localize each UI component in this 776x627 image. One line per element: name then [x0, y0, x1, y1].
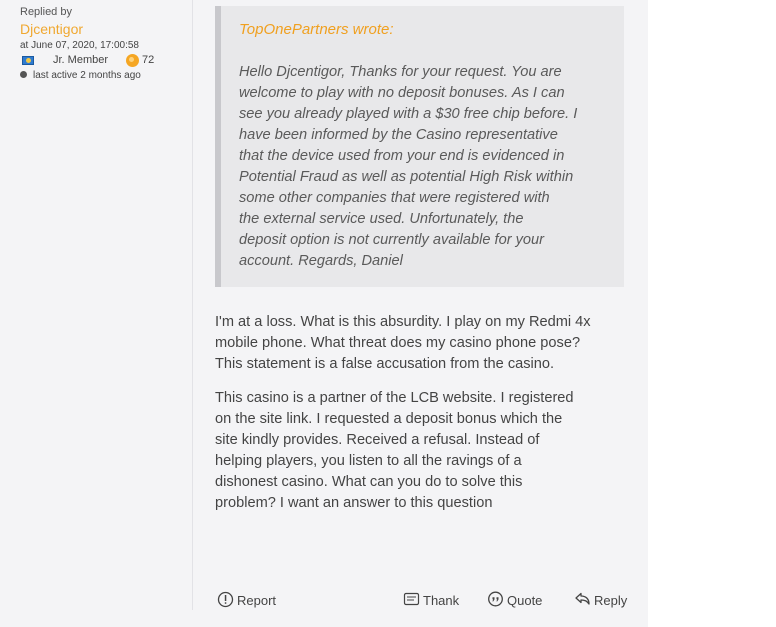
quote-line: Hello Djcentigor, Thanks for your reques…	[239, 64, 562, 80]
quote-block: TopOnePartners wrote: Hello Djcentigor, …	[215, 6, 624, 287]
thank-label: Thank	[423, 593, 460, 608]
post-author-panel: Replied by Djcentigor at June 07, 2020, …	[0, 0, 192, 627]
quote-line: have been informed by the Casino represe…	[239, 127, 558, 143]
reputation-icon	[126, 54, 139, 67]
quote-author: TopOnePartners wrote:	[239, 21, 394, 38]
quote-line: deposit option is not currently availabl…	[239, 232, 545, 248]
post-paragraph-2: This casino is a partner of the LCB webs…	[215, 388, 630, 514]
post-line: site kindly provides. Received a refusal…	[215, 432, 540, 448]
quote-line: welcome to play with no deposit bonuses.…	[239, 85, 565, 101]
quote-text: Hello Djcentigor, Thanks for your reques…	[239, 62, 617, 272]
quote-button[interactable]: Quote	[487, 590, 545, 612]
post-line: This statement is a false accusation fro…	[215, 356, 555, 372]
report-button[interactable]: Report	[217, 590, 277, 612]
flag-icon	[22, 56, 34, 65]
post-actions: Report Thank Quote Reply	[215, 590, 630, 612]
quote-line: Potential Fraud as well as potential Hig…	[239, 169, 574, 185]
post-line: helping players, you listen to all the r…	[215, 453, 522, 469]
member-rank: Jr. Member	[53, 54, 109, 66]
quote-line: the external service used. Unfortunately…	[239, 211, 524, 227]
post-line: dishonest casino. What can you do to sol…	[215, 474, 523, 490]
post-line: on the site link. I requested a deposit …	[215, 411, 563, 427]
post-paragraph-1: I'm at a loss. What is this absurdity. I…	[215, 312, 630, 375]
quote-line: some other companies that were registere…	[239, 190, 550, 206]
post-line: mobile phone. What threat does my casino…	[215, 335, 581, 351]
reputation-count: 72	[142, 54, 155, 66]
last-active-text: last active 2 months ago	[33, 70, 141, 81]
reply-label: Reply	[594, 593, 628, 608]
quote-line: see you already played with a $30 free c…	[239, 106, 578, 122]
thank-icon	[403, 592, 420, 606]
thank-button[interactable]: Thank	[403, 590, 459, 612]
quote-line: account. Regards, Daniel	[239, 253, 403, 269]
quote-line: that the device used from your end is ev…	[239, 148, 565, 164]
author-username-link[interactable]: Djcentigor	[20, 21, 83, 37]
column-divider	[192, 0, 193, 610]
status-dot-icon	[20, 71, 27, 78]
reply-button[interactable]: Reply	[574, 590, 628, 612]
author-badges: Jr. Member 72	[20, 54, 190, 68]
forum-post: Replied by Djcentigor at June 07, 2020, …	[0, 0, 648, 627]
reply-icon	[575, 592, 590, 605]
post-line: I'm at a loss. What is this absurdity. I…	[215, 314, 591, 330]
quote-icon	[488, 591, 503, 607]
report-icon	[217, 591, 234, 608]
post-line: This casino is a partner of the LCB webs…	[215, 390, 574, 406]
post-line: problem? I want an answer to this questi…	[215, 495, 493, 511]
author-status: last active 2 months ago	[20, 70, 141, 81]
post-date: at June 07, 2020, 17:00:58	[20, 40, 139, 51]
quote-label: Quote	[507, 593, 543, 608]
replied-by-label: Replied by	[20, 6, 72, 18]
report-label: Report	[237, 593, 277, 608]
